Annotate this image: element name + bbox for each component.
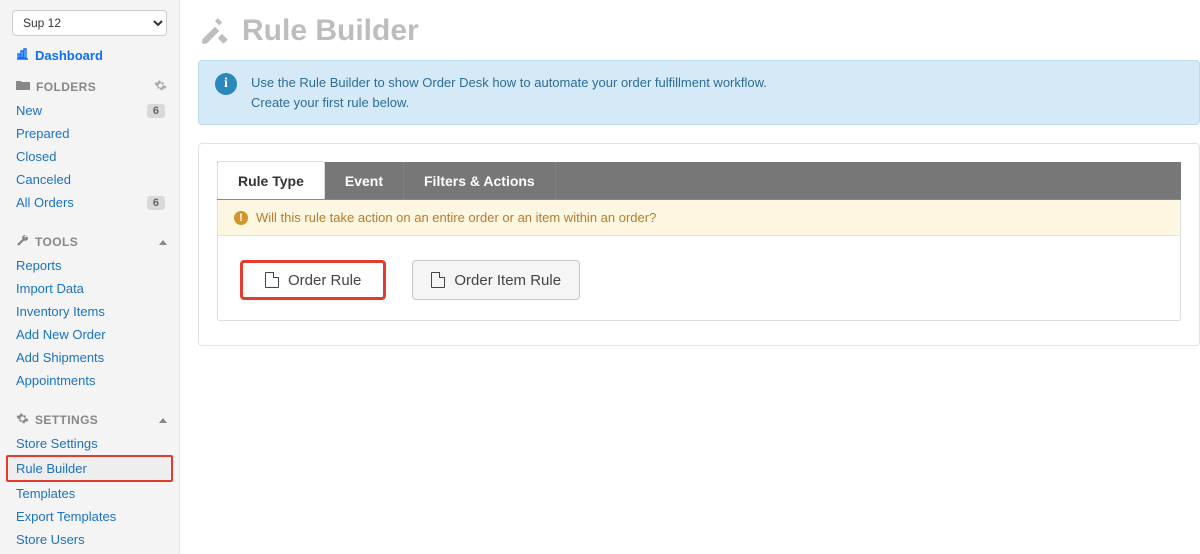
nav-item-label: Import Data — [16, 281, 84, 296]
gear-icon[interactable] — [154, 79, 167, 95]
nav-item-label: Appointments — [16, 373, 96, 388]
folder-item-label: New — [16, 103, 42, 118]
info-alert: i Use the Rule Builder to show Order Des… — [198, 60, 1200, 125]
sidebar: Sup 12 Dashboard FOLDERS Ne — [0, 0, 180, 554]
settings-header[interactable]: SETTINGS — [0, 406, 179, 432]
notice-text: Will this rule take action on an entire … — [256, 210, 656, 225]
order-rule-button[interactable]: Order Rule — [240, 260, 386, 300]
gear-icon — [16, 412, 29, 428]
settings-item-store-users[interactable]: Store Users — [0, 528, 179, 551]
nav-item-label: Add New Order — [16, 327, 106, 342]
tools-item-inventory-items[interactable]: Inventory Items — [0, 300, 179, 323]
folder-item-label: Canceled — [16, 172, 71, 187]
nav-item-label: Store Users — [16, 532, 85, 547]
folder-item-label: Closed — [16, 149, 56, 164]
info-line1: Use the Rule Builder to show Order Desk … — [251, 73, 767, 93]
notice-strip: ! Will this rule take action on an entir… — [218, 200, 1180, 236]
folder-item-canceled[interactable]: Canceled — [0, 168, 179, 191]
settings-item-export-templates[interactable]: Export Templates — [0, 505, 179, 528]
warning-icon: ! — [234, 211, 248, 225]
nav-dashboard-label: Dashboard — [35, 48, 103, 63]
settings-item-store-settings[interactable]: Store Settings — [0, 432, 179, 455]
folder-badge: 6 — [147, 196, 165, 210]
folder-item-label: All Orders — [16, 195, 74, 210]
folder-icon — [16, 80, 30, 94]
page-title: Rule Builder — [198, 14, 1200, 48]
folder-item-label: Prepared — [16, 126, 69, 141]
tools-icon — [198, 14, 232, 48]
wrench-icon — [16, 234, 29, 250]
tab-bar: Rule Type Event Filters & Actions — [217, 162, 1181, 200]
folder-item-all-orders[interactable]: All Orders 6 — [0, 191, 179, 214]
info-alert-message: Use the Rule Builder to show Order Desk … — [251, 73, 767, 112]
document-icon — [265, 272, 279, 288]
tab-filters-actions[interactable]: Filters & Actions — [404, 162, 556, 199]
tools-item-add-new-order[interactable]: Add New Order — [0, 323, 179, 346]
nav-item-label: Templates — [16, 486, 75, 501]
nav-item-label: Inventory Items — [16, 304, 105, 319]
nav-item-label: Add Shipments — [16, 350, 104, 365]
tools-header[interactable]: TOOLS — [0, 228, 179, 254]
page-title-text: Rule Builder — [242, 14, 419, 48]
folders-header[interactable]: FOLDERS — [0, 73, 179, 99]
tab-event[interactable]: Event — [325, 162, 404, 199]
collapse-icon — [159, 240, 167, 245]
main-content: Rule Builder i Use the Rule Builder to s… — [180, 0, 1200, 554]
tools-header-label: TOOLS — [35, 235, 78, 249]
tools-item-add-shipments[interactable]: Add Shipments — [0, 346, 179, 369]
store-selector: Sup 12 — [12, 10, 167, 36]
document-icon — [431, 272, 445, 288]
folders-header-label: FOLDERS — [36, 80, 96, 94]
nav-item-label: Rule Builder — [16, 461, 87, 476]
rule-panel: Rule Type Event Filters & Actions ! Will… — [198, 143, 1200, 346]
nav-item-label: Export Templates — [16, 509, 116, 524]
collapse-icon — [159, 418, 167, 423]
settings-header-label: SETTINGS — [35, 413, 98, 427]
tools-item-appointments[interactable]: Appointments — [0, 369, 179, 392]
nav-dashboard[interactable]: Dashboard — [0, 44, 179, 73]
tools-item-import-data[interactable]: Import Data — [0, 277, 179, 300]
rule-type-buttons: Order Rule Order Item Rule — [218, 236, 1180, 300]
folder-item-new[interactable]: New 6 — [0, 99, 179, 122]
info-icon: i — [215, 73, 237, 95]
settings-item-rule-builder[interactable]: Rule Builder — [6, 455, 173, 482]
folder-badge: 6 — [147, 104, 165, 118]
tab-body: ! Will this rule take action on an entir… — [217, 200, 1181, 321]
tab-rule-type[interactable]: Rule Type — [217, 161, 325, 199]
folder-item-closed[interactable]: Closed — [0, 145, 179, 168]
folder-item-prepared[interactable]: Prepared — [0, 122, 179, 145]
settings-item-templates[interactable]: Templates — [0, 482, 179, 505]
store-select-dropdown[interactable]: Sup 12 — [12, 10, 167, 36]
chart-icon — [16, 48, 29, 63]
info-line2: Create your first rule below. — [251, 93, 767, 113]
order-rule-label: Order Rule — [288, 272, 361, 289]
tools-item-reports[interactable]: Reports — [0, 254, 179, 277]
nav-item-label: Reports — [16, 258, 62, 273]
nav-item-label: Store Settings — [16, 436, 98, 451]
order-item-rule-label: Order Item Rule — [454, 272, 561, 289]
order-item-rule-button[interactable]: Order Item Rule — [412, 260, 580, 300]
